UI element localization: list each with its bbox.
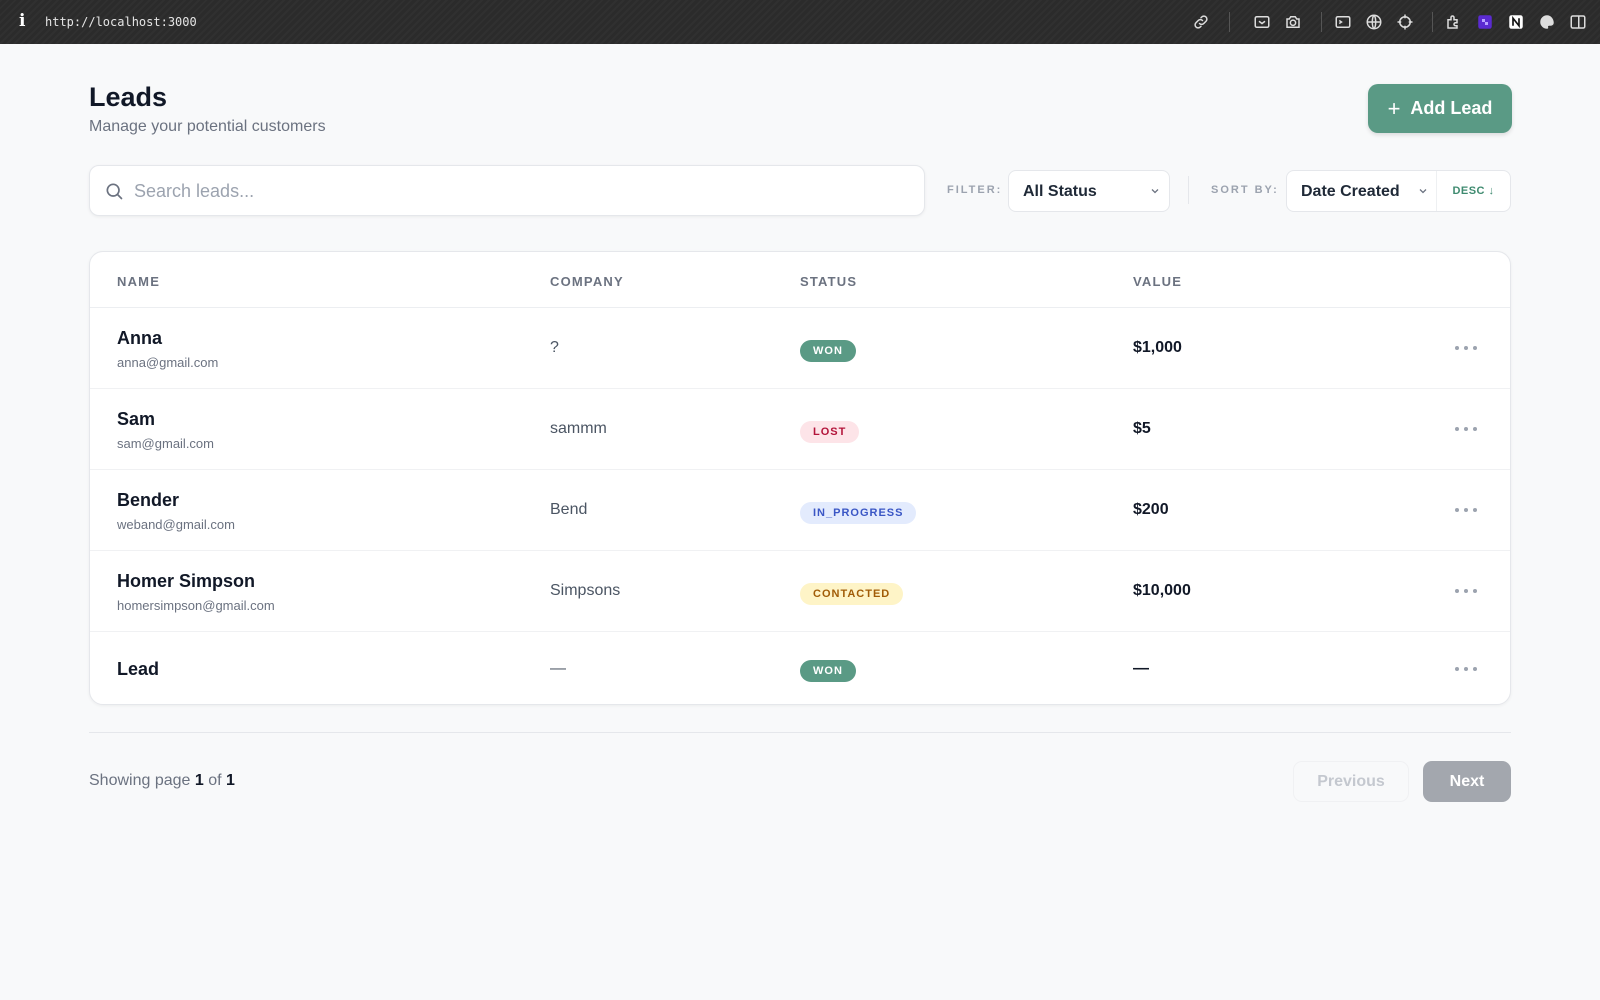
lead-company: Bend — [550, 501, 588, 518]
image-icon[interactable] — [1252, 12, 1272, 32]
status-badge: IN_PROGRESS — [800, 502, 917, 524]
lead-value: — — [1133, 660, 1149, 677]
info-icon[interactable]: i — [19, 11, 25, 31]
lead-email: sam@gmail.com — [117, 436, 214, 451]
lead-name[interactable]: Bender — [117, 490, 179, 511]
status-badge: LOST — [800, 421, 860, 443]
sidebar-icon[interactable] — [1568, 12, 1588, 32]
palette-icon[interactable] — [1537, 12, 1557, 32]
leads-table: NAME COMPANY STATUS VALUE Anna anna@gmai… — [89, 251, 1511, 705]
column-header-status[interactable]: STATUS — [800, 274, 857, 289]
chevron-down-icon — [1151, 189, 1159, 194]
toolbar-divider — [1229, 12, 1230, 32]
pagination-info: Showing page 1 of 1 — [89, 772, 235, 790]
browser-toolbar: i http://localhost:3000 — [0, 0, 1600, 44]
camera-icon[interactable] — [1283, 12, 1303, 32]
lead-value: $10,000 — [1133, 582, 1191, 599]
more-actions-icon[interactable] — [1455, 663, 1477, 675]
table-row[interactable]: Homer Simpson homersimpson@gmail.com Sim… — [90, 551, 1510, 632]
current-page: 1 — [194, 772, 204, 789]
add-lead-button[interactable]: + Add Lead — [1368, 84, 1512, 133]
column-header-company[interactable]: COMPANY — [550, 274, 624, 289]
pagination-prefix: Showing page — [89, 772, 191, 789]
lead-company: Simpsons — [550, 582, 621, 599]
extensions-icon[interactable] — [1444, 12, 1464, 32]
next-button[interactable]: Next — [1423, 761, 1511, 802]
table-row[interactable]: Bender weband@gmail.com Bend IN_PROGRESS… — [90, 470, 1510, 551]
lead-name[interactable]: Anna — [117, 328, 162, 349]
lead-value: $5 — [1133, 420, 1151, 437]
crosshair-icon[interactable] — [1395, 12, 1415, 32]
lead-name[interactable]: Sam — [117, 409, 155, 430]
toolbar-divider — [1321, 12, 1322, 32]
status-filter-select[interactable]: All Status — [1008, 170, 1170, 212]
link-icon[interactable] — [1191, 12, 1211, 32]
status-badge: WON — [800, 340, 856, 362]
status-badge: CONTACTED — [800, 583, 904, 605]
table-row[interactable]: Sam sam@gmail.com sammm LOST $5 — [90, 389, 1510, 470]
total-pages: 1 — [226, 772, 235, 789]
pagination-of: of — [208, 772, 222, 789]
filter-label: FILTER: — [947, 184, 1003, 196]
column-header-value[interactable]: VALUE — [1133, 274, 1182, 289]
table-row[interactable]: Lead — WON — — [90, 632, 1510, 704]
toolbar-divider — [1188, 176, 1189, 204]
search-input[interactable] — [134, 178, 894, 204]
status-badge: WON — [800, 660, 856, 682]
more-actions-icon[interactable] — [1455, 342, 1477, 354]
lead-email: weband@gmail.com — [117, 517, 235, 532]
search-icon — [106, 183, 123, 200]
footer-divider — [89, 732, 1511, 733]
lead-company: ? — [550, 339, 559, 356]
more-actions-icon[interactable] — [1455, 423, 1477, 435]
toolbar-divider — [1432, 12, 1433, 32]
lead-company: — — [550, 660, 566, 677]
lead-value: $1,000 — [1133, 339, 1182, 356]
page-title: Leads — [89, 82, 168, 112]
previous-button[interactable]: Previous — [1293, 761, 1409, 802]
lead-company: sammm — [550, 420, 607, 437]
terminal-icon[interactable] — [1333, 12, 1353, 32]
lead-email: anna@gmail.com — [117, 355, 219, 370]
page-subtitle: Manage your potential customers — [89, 118, 326, 135]
sort-value: Date Created — [1301, 183, 1400, 200]
status-filter-value: All Status — [1023, 183, 1097, 200]
column-header-name[interactable]: NAME — [117, 274, 160, 289]
lead-name[interactable]: Lead — [117, 659, 159, 680]
sort-direction-toggle[interactable]: DESC ↓ — [1436, 171, 1510, 211]
more-actions-icon[interactable] — [1455, 504, 1477, 516]
table-row[interactable]: Anna anna@gmail.com ? WON $1,000 — [90, 308, 1510, 389]
lead-name[interactable]: Homer Simpson — [117, 571, 255, 592]
lead-email: homersimpson@gmail.com — [117, 598, 275, 613]
plus-icon: + — [1387, 95, 1401, 121]
extension-purple-icon[interactable] — [1475, 12, 1495, 32]
add-lead-label: Add Lead — [1410, 98, 1493, 118]
sort-label: SORT BY: — [1211, 184, 1279, 196]
globe-icon[interactable] — [1364, 12, 1384, 32]
more-actions-icon[interactable] — [1455, 585, 1477, 597]
notion-icon[interactable] — [1506, 12, 1526, 32]
url-text[interactable]: http://localhost:3000 — [45, 15, 197, 29]
lead-value: $200 — [1133, 501, 1169, 518]
chevron-down-icon — [1419, 189, 1427, 194]
search-box[interactable] — [89, 165, 925, 216]
